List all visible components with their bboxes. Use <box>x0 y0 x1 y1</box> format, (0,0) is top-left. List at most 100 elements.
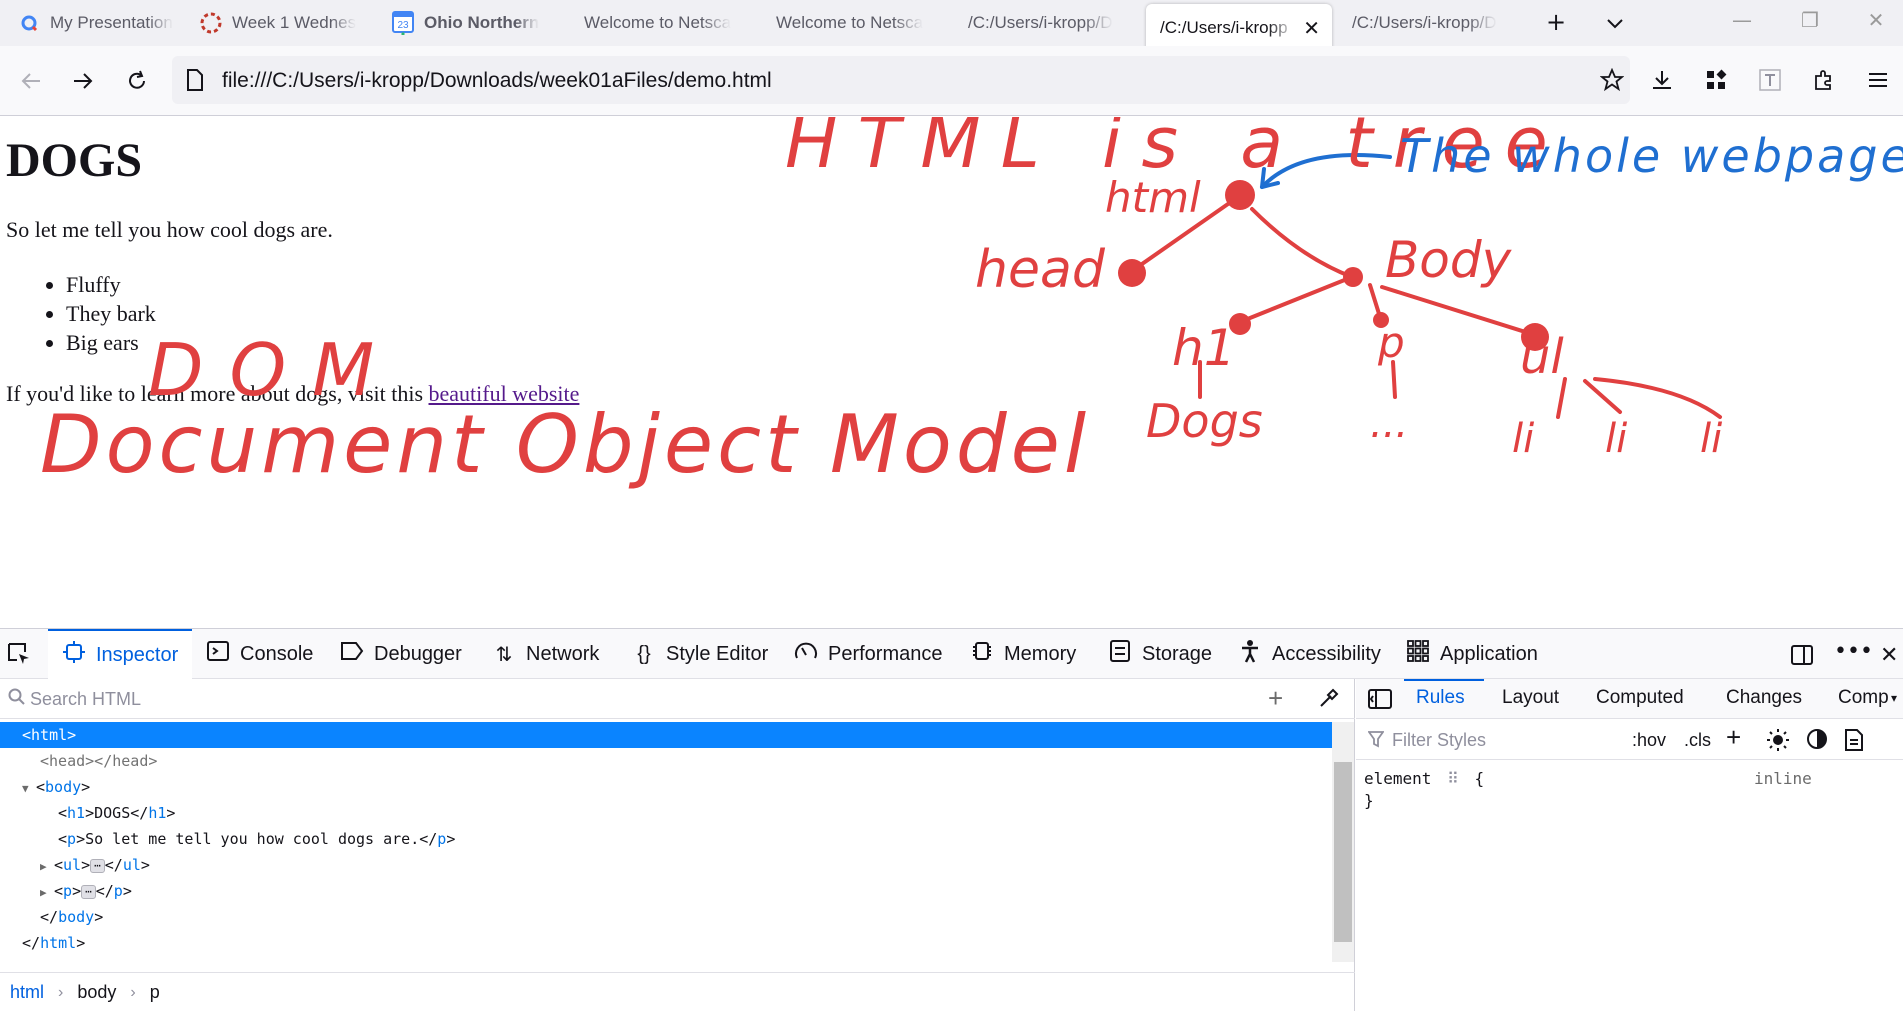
node-head[interactable]: <head></head> <box>0 748 1332 774</box>
breadcrumb-body[interactable]: body <box>77 982 116 1003</box>
scrollbar-thumb[interactable] <box>1334 762 1352 942</box>
devtools-close-icon[interactable]: ✕ <box>1880 643 1898 668</box>
element-rule[interactable]: element ⠿ { inline <box>1364 769 1812 791</box>
search-html-input[interactable]: Search HTML <box>30 689 141 710</box>
tab-title: /C:/Users/i-kropp <box>1160 17 1288 37</box>
window-close-icon[interactable]: ✕ <box>1856 8 1896 32</box>
tab-console[interactable]: Console <box>206 629 313 679</box>
toggle-sidebar-icon[interactable] <box>1368 688 1392 716</box>
bookmark-star-icon[interactable] <box>1599 67 1630 96</box>
tab-label: Performance <box>828 642 943 665</box>
edge-p-dots <box>1391 360 1397 399</box>
node-body[interactable]: ▼ <body> <box>0 774 1332 800</box>
light-theme-sun-icon[interactable] <box>1766 728 1790 757</box>
tab-label: Accessibility <box>1272 642 1381 665</box>
node-html-close[interactable]: </html> <box>0 930 1332 956</box>
tab-netscape-2[interactable]: Welcome to Netsca <box>762 0 942 46</box>
tab-debugger[interactable]: Debugger <box>340 629 462 679</box>
minimize-icon[interactable]: — <box>1722 8 1762 32</box>
tab-compatibility[interactable]: Comp <box>1838 687 1889 709</box>
tab-computed[interactable]: Computed <box>1596 687 1684 709</box>
list-tabs-chevron-icon[interactable] <box>1600 8 1630 36</box>
ink-p-label: p <box>1377 318 1405 367</box>
tab-rules[interactable]: Rules <box>1416 687 1465 709</box>
tab-netscape-1[interactable]: Welcome to Netsca <box>570 0 750 46</box>
element-picker-icon[interactable] <box>6 629 32 679</box>
rule-close-brace: } <box>1364 791 1374 810</box>
new-tab-plus-icon[interactable]: + <box>1541 8 1571 36</box>
tag-ul-close: ul <box>122 856 141 874</box>
tab-application[interactable]: Application <box>1406 629 1538 679</box>
tab-local-file-3[interactable]: /C:/Users/i-kropp/D <box>1338 0 1518 46</box>
node-h1[interactable]: <h1>DOGS</h1> <box>0 800 1332 826</box>
rule-selector: element <box>1364 769 1432 788</box>
reload-icon[interactable] <box>122 66 152 96</box>
tab-label: Inspector <box>96 643 179 666</box>
node-p-collapsed[interactable]: ▶ <p> ⋯ </p> <box>0 878 1332 904</box>
downloads-icon[interactable] <box>1646 64 1678 96</box>
tab-label: Storage <box>1142 642 1213 665</box>
back-arrow-icon[interactable] <box>16 66 46 96</box>
hover-state-toggle[interactable]: :hov <box>1632 730 1666 751</box>
edge-body-p <box>1368 283 1382 319</box>
node-ul[interactable]: ▶ <ul> ⋯ </ul> <box>0 852 1332 878</box>
storage-icon <box>1108 639 1132 669</box>
edge-body-h1 <box>1238 275 1354 324</box>
tab-label: Network <box>526 642 600 665</box>
breadcrumb-p[interactable]: p <box>150 982 160 1003</box>
tab-ohio-northern[interactable]: 23 Ohio Northern <box>378 0 558 46</box>
tab-strip: My Presentation Week 1 Wednes 23 Ohio No… <box>0 0 1903 51</box>
tab-inspector[interactable]: Inspector <box>48 629 193 679</box>
tab-label: Console <box>240 642 314 665</box>
tab-local-file-active[interactable]: /C:/Users/i-kropp ✕ <box>1146 4 1332 51</box>
add-rule-plus-icon[interactable]: + <box>1726 722 1741 753</box>
rules-side-panel: Rules Layout Computed Changes Comp ▾ Fil… <box>1356 679 1903 1011</box>
tab-local-file-1[interactable]: /C:/Users/i-kropp/D <box>954 0 1134 46</box>
more-options-icon[interactable]: ••• <box>1834 639 1873 664</box>
tab-accessibility[interactable]: Accessibility <box>1238 629 1381 679</box>
dock-layout-icon[interactable] <box>1790 643 1814 673</box>
dark-theme-contrast-icon[interactable] <box>1806 728 1828 755</box>
class-toggle[interactable]: .cls <box>1684 730 1711 751</box>
eyedropper-icon[interactable] <box>1318 687 1340 714</box>
memory-chip-icon <box>970 639 994 669</box>
filter-styles-input[interactable]: Filter Styles <box>1392 730 1486 751</box>
extensions-grid-icon[interactable] <box>1700 64 1732 96</box>
forward-arrow-icon[interactable] <box>68 66 98 96</box>
tab-title: Welcome to Netsca <box>584 13 732 32</box>
markup-scrollbar[interactable] <box>1332 722 1354 962</box>
tab-storage[interactable]: Storage <box>1108 629 1212 679</box>
tab-title: Welcome to Netsca <box>776 13 924 32</box>
expanded-triangle-icon[interactable]: ▼ <box>22 776 36 802</box>
node-body-close[interactable]: </body> <box>0 904 1332 930</box>
url-bar[interactable]: file:///C:/Users/i-kropp/Downloads/week0… <box>172 56 1630 104</box>
collapsed-triangle-icon[interactable]: ▶ <box>40 880 54 906</box>
tab-layout[interactable]: Layout <box>1502 687 1559 709</box>
node-p[interactable]: <p>So let me tell you how cool dogs are.… <box>0 826 1332 852</box>
ellipsis-badge[interactable]: ⋯ <box>90 858 105 873</box>
print-media-icon[interactable] <box>1844 728 1864 757</box>
tab-memory[interactable]: Memory <box>970 629 1076 679</box>
node-html-selected[interactable]: <html> <box>0 722 1332 748</box>
breadcrumb-html[interactable]: html <box>10 982 44 1003</box>
collapsed-triangle-icon[interactable]: ▶ <box>40 854 54 880</box>
puzzle-extension-icon[interactable] <box>1808 64 1840 96</box>
ellipsis-badge[interactable]: ⋯ <box>81 884 96 899</box>
node-html <box>1225 180 1255 210</box>
tab-week-1[interactable]: Week 1 Wednes <box>186 0 366 46</box>
tag-h1-close: h1 <box>148 804 167 822</box>
overflow-chevron-icon[interactable]: ▾ <box>1891 691 1897 705</box>
tab-network[interactable]: ⇅ Network <box>492 629 600 679</box>
close-icon[interactable]: ✕ <box>1303 16 1320 41</box>
text-tool-icon[interactable] <box>1754 64 1786 96</box>
tab-performance[interactable]: Performance <box>794 629 943 679</box>
rule-source[interactable]: inline <box>1754 769 1812 788</box>
tag-ul: ul <box>63 856 82 874</box>
add-node-plus-icon[interactable]: + <box>1268 683 1283 714</box>
p-text: So let me tell you how cool dogs are. <box>85 830 420 848</box>
tab-my-presentation[interactable]: My Presentation <box>4 0 184 46</box>
tab-changes[interactable]: Changes <box>1726 687 1802 709</box>
hamburger-menu-icon[interactable] <box>1862 64 1894 96</box>
restore-icon[interactable]: ❐ <box>1790 8 1830 32</box>
tab-style-editor[interactable]: {} Style Editor <box>632 629 768 679</box>
